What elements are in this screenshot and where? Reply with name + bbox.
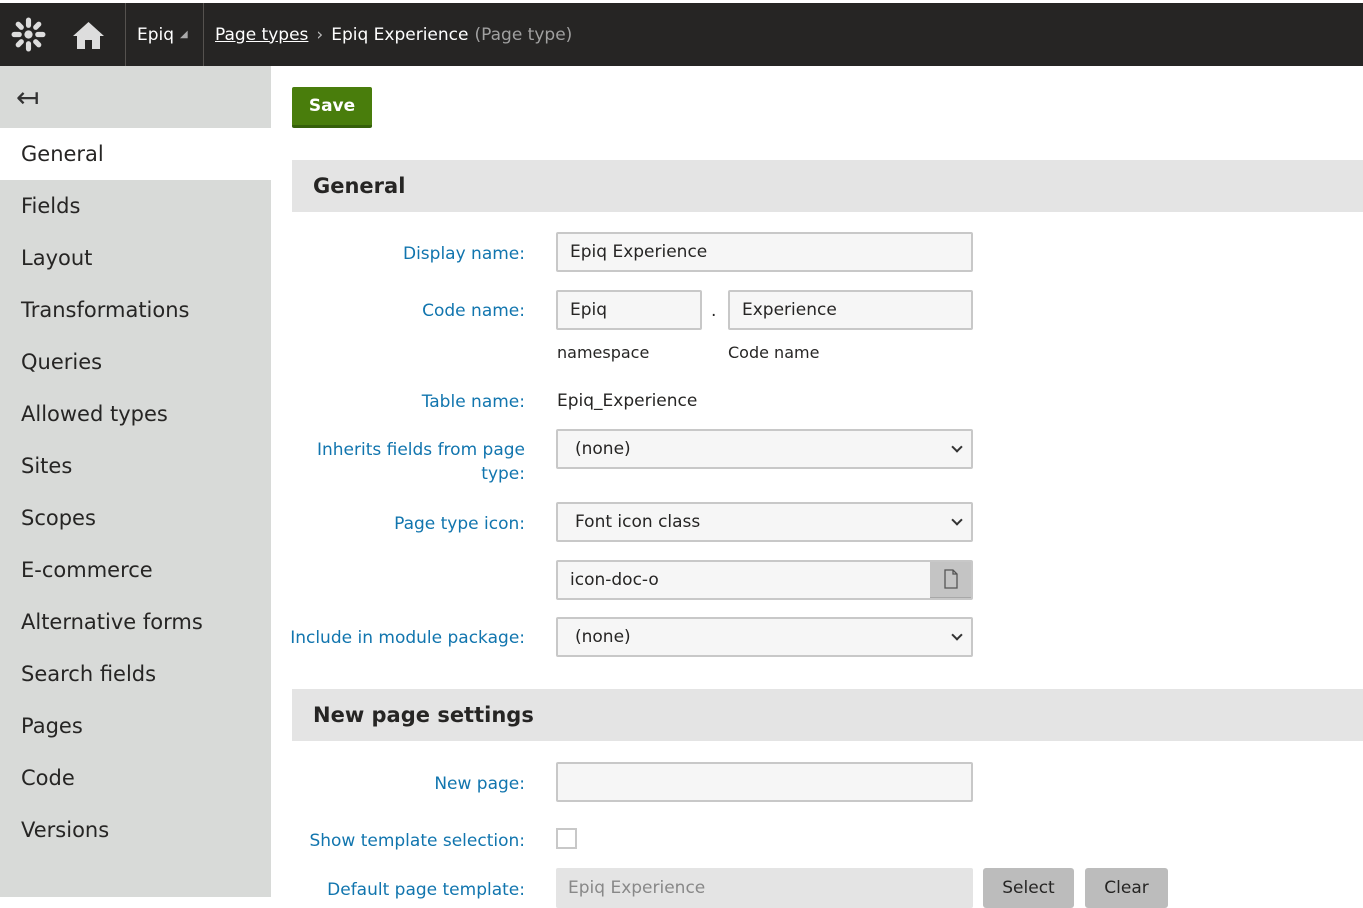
- breadcrumb-page-types[interactable]: Page types: [215, 25, 308, 45]
- sidebar-item-code[interactable]: Code: [0, 752, 271, 804]
- sidebar-item-scopes[interactable]: Scopes: [0, 492, 271, 544]
- default-template-input[interactable]: Epiq Experience: [556, 868, 973, 908]
- sidebar-item-sites[interactable]: Sites: [0, 440, 271, 492]
- icon-type-value: Font icon class: [575, 512, 700, 532]
- inherits-select[interactable]: (none): [556, 429, 973, 469]
- breadcrumb-suffix: (Page type): [474, 25, 572, 45]
- display-name-input[interactable]: Epiq Experience: [556, 232, 973, 272]
- sidebar-item-layout[interactable]: Layout: [0, 232, 271, 284]
- code-name-hint: Code name: [728, 343, 819, 362]
- module-package-select[interactable]: (none): [556, 617, 973, 657]
- table-name-label: Table name:: [422, 390, 525, 414]
- kentico-logo-icon[interactable]: [10, 3, 47, 66]
- icon-class-value: icon-doc-o: [570, 570, 930, 590]
- sidebar-item-allowed-types[interactable]: Allowed types: [0, 388, 271, 440]
- breadcrumb-chevron-icon: ›: [316, 25, 323, 45]
- inherits-label: Inherits fields from page type:: [305, 438, 525, 486]
- page-type-icon-label: Page type icon:: [394, 512, 525, 536]
- sidebar: ↤ GeneralFieldsLayoutTransformationsQuer…: [0, 66, 271, 897]
- sidebar-item-general[interactable]: General: [0, 128, 271, 180]
- code-name-dot: .: [711, 301, 716, 321]
- sidebar-item-e-commerce[interactable]: E-commerce: [0, 544, 271, 596]
- default-template-label: Default page template:: [327, 878, 525, 902]
- caret-icon: ◢: [180, 29, 188, 40]
- document-icon[interactable]: [930, 560, 971, 600]
- top-bar: Epiq ◢ Page types › Epiq Experience (Page…: [0, 3, 1363, 66]
- save-button[interactable]: Save: [292, 87, 372, 128]
- inherits-value: (none): [575, 439, 631, 459]
- chevron-down-icon: [951, 514, 962, 525]
- new-page-section-heading: New page settings: [292, 689, 1363, 741]
- table-name-value: Epiq_Experience: [557, 391, 697, 411]
- display-name-label: Display name:: [403, 242, 525, 266]
- sidebar-item-queries[interactable]: Queries: [0, 336, 271, 388]
- home-icon[interactable]: [72, 3, 105, 66]
- show-template-label: Show template selection:: [309, 829, 525, 853]
- clear-button[interactable]: Clear: [1085, 868, 1168, 908]
- chevron-down-icon: [951, 629, 962, 640]
- sidebar-item-pages[interactable]: Pages: [0, 700, 271, 752]
- breadcrumb-current: Epiq Experience: [331, 25, 468, 45]
- namespace-input[interactable]: Epiq: [556, 290, 702, 330]
- sidebar-item-versions[interactable]: Versions: [0, 804, 271, 856]
- sidebar-item-transformations[interactable]: Transformations: [0, 284, 271, 336]
- site-selector[interactable]: Epiq ◢: [137, 3, 188, 66]
- general-section-heading: General: [292, 160, 1363, 212]
- new-page-label: New page:: [434, 772, 525, 796]
- new-page-input[interactable]: [556, 762, 973, 802]
- code-name-label: Code name:: [422, 299, 525, 323]
- code-name-input[interactable]: Experience: [728, 290, 973, 330]
- sidebar-item-fields[interactable]: Fields: [0, 180, 271, 232]
- module-package-value: (none): [575, 627, 631, 647]
- select-button[interactable]: Select: [983, 868, 1074, 908]
- module-package-label: Include in module package:: [290, 626, 525, 650]
- sidebar-item-alternative-forms[interactable]: Alternative forms: [0, 596, 271, 648]
- site-name[interactable]: Epiq: [137, 25, 174, 45]
- show-template-checkbox[interactable]: [556, 828, 577, 849]
- sidebar-item-search-fields[interactable]: Search fields: [0, 648, 271, 700]
- chevron-down-icon: [951, 441, 962, 452]
- icon-class-input[interactable]: icon-doc-o: [556, 560, 973, 600]
- icon-type-select[interactable]: Font icon class: [556, 502, 973, 542]
- back-arrow-icon[interactable]: ↤: [0, 66, 271, 128]
- namespace-hint: namespace: [557, 343, 649, 362]
